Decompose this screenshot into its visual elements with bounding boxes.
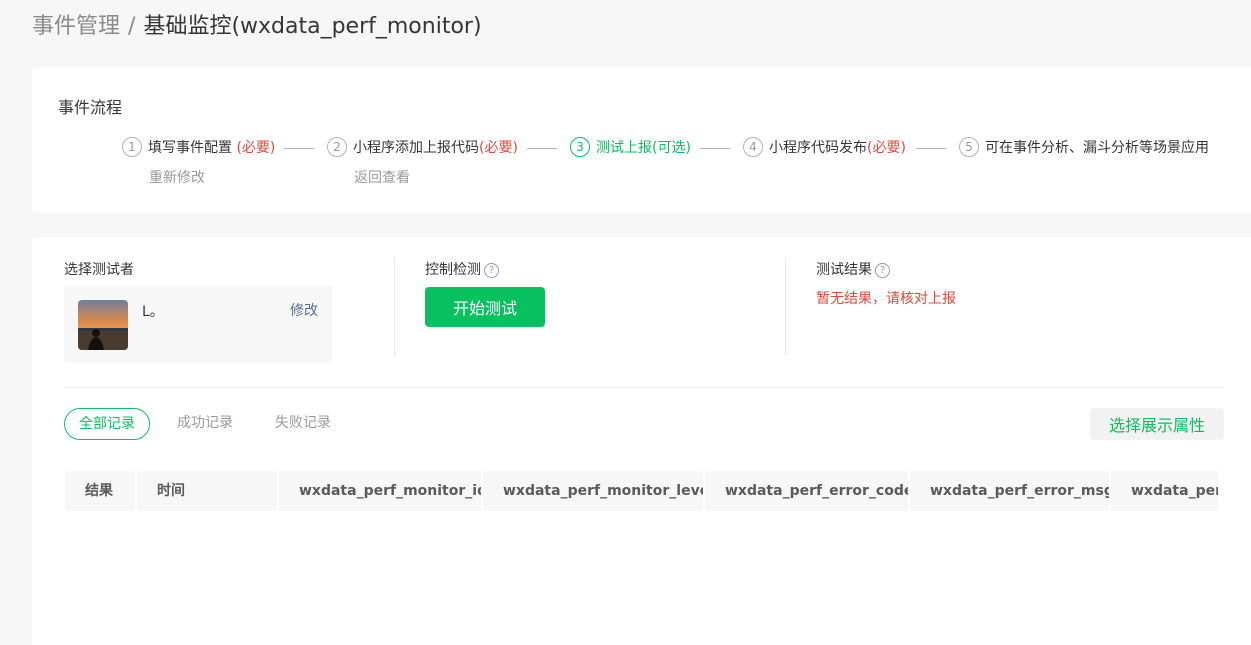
step-number-badge: 3 [570,137,590,157]
column-header-error-code: wxdata_perf_error_code [705,471,908,511]
step-label: 填写事件配置 [148,140,237,156]
step-1-redo-link[interactable]: 重新修改 [149,167,275,187]
step-number-badge: 5 [959,137,979,157]
column-header-error-msg: wxdata_perf_error_msg [910,471,1109,511]
column-divider [394,258,395,356]
step-2-view-link[interactable]: 返回查看 [354,167,518,187]
column-header-time: 时间 [137,471,277,511]
step-number-badge: 2 [327,137,347,157]
step-label: 小程序代码发布 [769,140,867,156]
result-label-text: 测试结果 [816,262,872,278]
select-display-attributes-button[interactable]: 选择展示属性 [1090,408,1224,440]
column-divider [785,258,786,356]
step-connector [527,148,557,149]
tester-name: L。 [142,304,164,320]
step-label: 测试上报 [596,140,652,156]
event-flow-card: 事件流程 1 填写事件配置 (必要) 重新修改 2 小程序添加上报代码(必要) 返回… [32,67,1251,213]
step-required-tag: (必要) [236,140,276,156]
records-table: 结果 时间 wxdata_perf_monitor_id wxdata_perf… [65,471,1218,511]
help-icon[interactable]: ? [484,262,499,278]
table-header: 结果 时间 wxdata_perf_monitor_id wxdata_perf… [65,471,1218,511]
avatar [78,300,128,350]
column-header-truncated: wxdata_perf_ [1111,471,1218,511]
page-title: 基础监控(wxdata_perf_monitor) [143,14,482,39]
step-number-badge: 1 [122,137,142,157]
step-connector [916,148,946,149]
tester-card: L。 修改 [64,286,332,363]
flow-step-5: 5 可在事件分析、漏斗分析等场景应用 [959,137,1209,157]
flow-step-2: 2 小程序添加上报代码(必要) 返回查看 [327,137,518,187]
edit-tester-link[interactable]: 修改 [290,300,318,320]
control-label: 控制检测? [425,259,499,279]
step-label: 小程序添加上报代码 [353,140,479,156]
tab-success-records[interactable]: 成功记录 [177,408,233,440]
result-message: 暂无结果，请核对上报 [816,291,956,307]
step-number-badge: 4 [743,137,763,157]
step-connector [700,148,730,149]
step-connector [284,148,314,149]
tab-failed-records[interactable]: 失败记录 [275,408,331,440]
flow-step-4: 4 小程序代码发布(必要) [743,137,906,157]
step-required-tag: (必要) [479,140,518,156]
result-label: 测试结果? [816,259,890,279]
step-required-tag: (必要) [867,140,906,156]
step-label: 可在事件分析、漏斗分析等场景应用 [985,140,1209,156]
help-icon[interactable]: ? [875,262,890,278]
breadcrumb: 事件管理 / 基础监控(wxdata_perf_monitor) [32,12,482,42]
column-header-result: 结果 [65,471,135,511]
breadcrumb-parent-link[interactable]: 事件管理 [32,14,120,39]
test-panel-card: 选择测试者 L。 修改 控制检测 ? 开始测试 测试结果 ? 暂无结果，请核对上… [32,237,1251,645]
column-header-monitor-id: wxdata_perf_monitor_id [279,471,481,511]
tab-all-records[interactable]: 全部记录 [64,408,150,440]
event-flow-title: 事件流程 [58,98,123,117]
start-test-button[interactable]: 开始测试 [425,287,545,327]
breadcrumb-separator: / [128,14,136,39]
section-divider [64,387,1224,388]
flow-step-1: 1 填写事件配置 (必要) 重新修改 [122,137,275,187]
flow-step-3: 3 测试上报(可选) [570,137,691,157]
tester-label: 选择测试者 [64,262,134,278]
step-required-tag: (可选) [652,140,691,156]
control-label-text: 控制检测 [425,262,481,278]
column-header-monitor-level: wxdata_perf_monitor_level [483,471,703,511]
